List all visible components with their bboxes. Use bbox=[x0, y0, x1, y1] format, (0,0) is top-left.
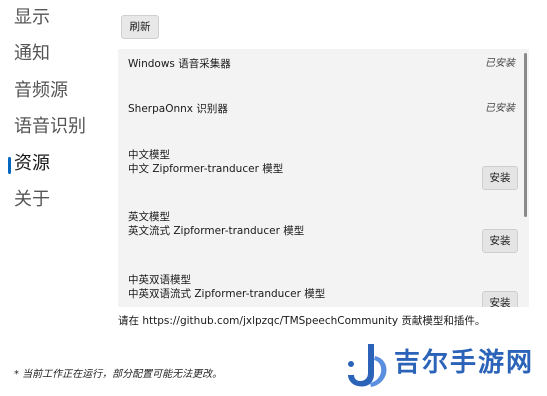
install-button[interactable]: 安装 bbox=[482, 291, 518, 307]
sidebar-item-notifications[interactable]: 通知 bbox=[14, 42, 50, 66]
status-badge: 已安装 bbox=[485, 103, 515, 114]
install-button[interactable]: 安装 bbox=[482, 166, 518, 190]
watermark-logo: 吉尔手游网 bbox=[344, 340, 540, 390]
contribute-hint: 请在 https://github.com/jxlpzqc/TMSpeechCo… bbox=[118, 315, 486, 327]
refresh-button[interactable]: 刷新 bbox=[121, 15, 159, 39]
resource-title: 英文模型 bbox=[128, 211, 170, 223]
resource-description: 英文流式 Zipformer-tranducer 模型 bbox=[128, 225, 305, 237]
sidebar-item-resources[interactable]: 资源 bbox=[14, 152, 50, 176]
watermark-text: 吉尔手游网 bbox=[394, 348, 535, 378]
sidebar-item-display[interactable]: 显示 bbox=[14, 6, 50, 30]
active-nav-indicator bbox=[8, 157, 11, 174]
sidebar-item-audio-source[interactable]: 音频源 bbox=[14, 79, 68, 103]
status-badge: 已安装 bbox=[485, 58, 515, 69]
footer-note: * 当前工作正在运行，部分配置可能无法更改。 bbox=[14, 369, 223, 380]
resource-title: 中文模型 bbox=[128, 149, 170, 161]
resource-list[interactable]: Windows 语音采集器 已安装 SherpaOnnx 识别器 已安装 中文模… bbox=[118, 49, 529, 307]
sidebar-item-about[interactable]: 关于 bbox=[14, 188, 50, 212]
resource-description: 中英双语流式 Zipformer-tranducer 模型 bbox=[128, 288, 326, 300]
vertical-scrollbar[interactable] bbox=[524, 53, 527, 217]
resource-title: 中英双语模型 bbox=[128, 274, 191, 286]
resource-title: Windows 语音采集器 bbox=[128, 58, 231, 70]
sidebar-item-speech-recognition[interactable]: 语音识别 bbox=[14, 115, 86, 139]
install-button[interactable]: 安装 bbox=[482, 229, 518, 253]
resource-description: 中文 Zipformer-tranducer 模型 bbox=[128, 163, 284, 175]
watermark-j-icon bbox=[348, 344, 387, 387]
resource-title: SherpaOnnx 识别器 bbox=[128, 103, 228, 115]
